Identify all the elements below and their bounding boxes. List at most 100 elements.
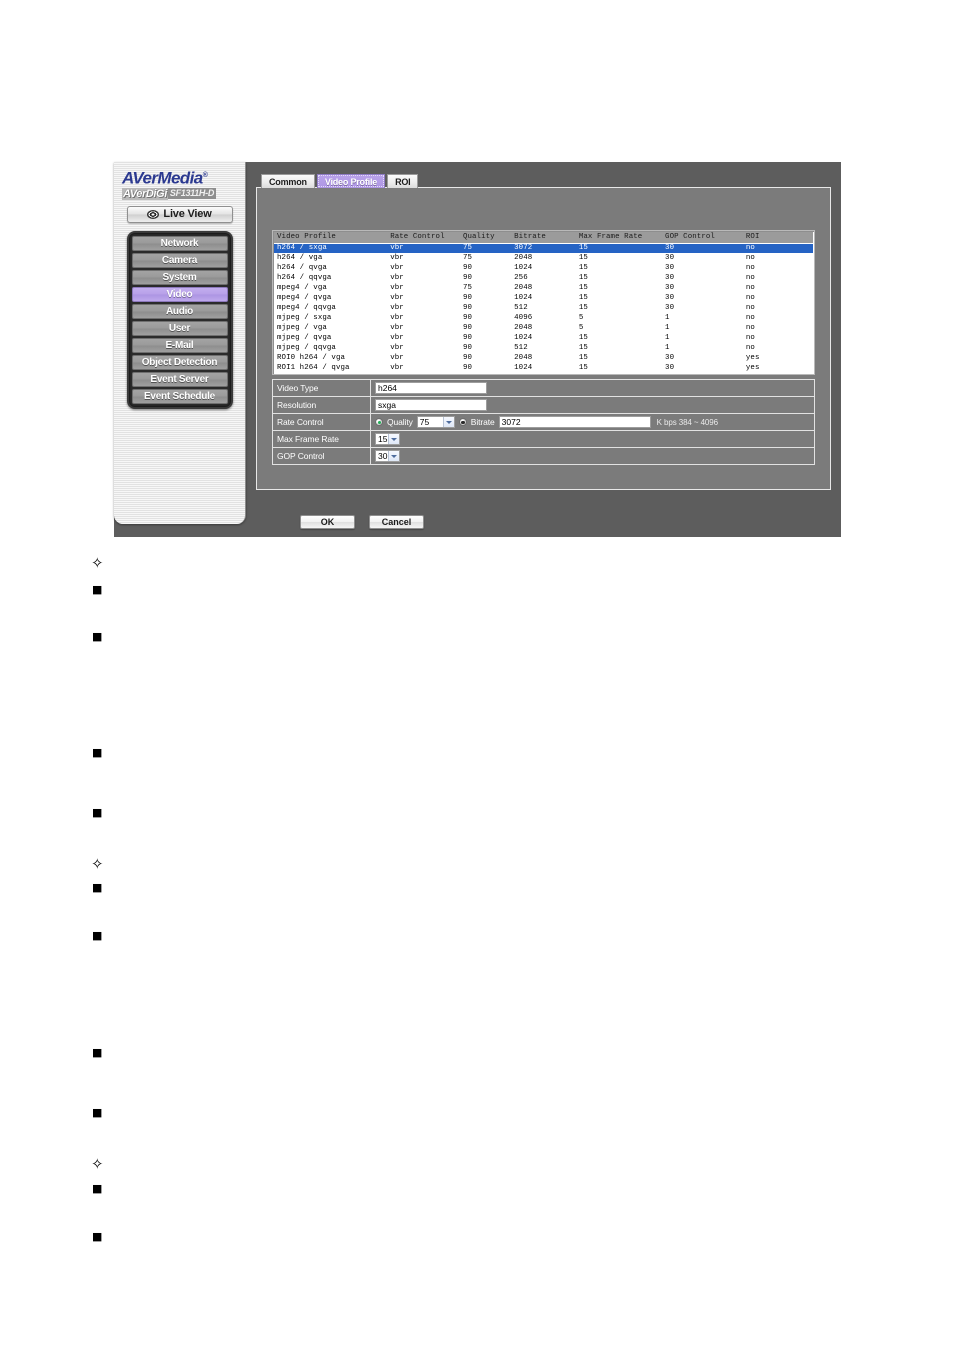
ok-button[interactable]: OK [300, 515, 355, 529]
sidebar-item-label: Video [166, 288, 193, 300]
table-row[interactable]: h264 / qvga vbr 90 1024 15 30 no [274, 263, 813, 273]
cell-quality: 75 [459, 243, 512, 253]
sidebar-item-label: Event Server [150, 373, 209, 385]
table-row[interactable]: mpeg4 / qqvga vbr 90 512 15 30 no [274, 303, 813, 313]
cell-max-frame-rate: 15 [578, 294, 588, 302]
sidebar-item-label: E-Mail [165, 339, 194, 351]
cell-rate-control: vbr [390, 264, 404, 272]
sidebar-item-audio[interactable]: Audio [131, 303, 228, 319]
sidebar-item-user[interactable]: User [131, 320, 228, 336]
sidebar-item-camera[interactable]: Camera [131, 252, 228, 268]
table-row[interactable]: mjpeg / qqvga vbr 90 512 15 1 no [274, 343, 813, 353]
tab-common[interactable]: Common [261, 174, 315, 188]
table-row[interactable]: mjpeg / qvga vbr 90 1024 15 1 no [274, 333, 813, 343]
sidebar-item-system[interactable]: System [131, 269, 228, 285]
table-row[interactable]: mjpeg / vga vbr 90 2048 5 1 no [274, 323, 813, 333]
cell-bitrate: 1024 [514, 264, 533, 272]
cell-gop-control: 1 [665, 344, 670, 352]
sidebar-item-event-server[interactable]: Event Server [131, 371, 228, 387]
cell-roi: no [745, 344, 755, 352]
table-row[interactable]: h264 / vga vbr 75 2048 15 30 no [274, 253, 813, 263]
max-frame-rate-select[interactable]: 15 [375, 433, 401, 445]
cell-rate-control: vbr [390, 274, 404, 282]
label-rate-control: Rate Control [273, 414, 371, 430]
logo-secondary-row: AVerDiGi SF1311H-D [122, 187, 245, 200]
cell-gop-control: 30 [665, 364, 675, 372]
sidebar-item-email[interactable]: E-Mail [131, 337, 228, 353]
table-row[interactable]: h264 / qqvga vbr 90 256 15 30 no [274, 273, 813, 283]
square-bullet-icon: ■ [92, 1230, 103, 1243]
cell-video-profile: mjpeg / vga [277, 324, 327, 332]
sidebar-item-video[interactable]: Video [131, 286, 228, 302]
square-bullet-icon: ■ [92, 1182, 103, 1195]
cell-gop-control: 30 [665, 264, 675, 272]
cell-gop-control: 1 [665, 324, 670, 332]
cell-video-profile: mjpeg / sxga [277, 314, 332, 322]
bitrate-radio[interactable] [458, 418, 467, 426]
table-row[interactable]: mpeg4 / vga vbr 75 2048 15 30 no [274, 283, 813, 293]
square-bullet-icon: ■ [92, 929, 103, 942]
sidebar-item-label: User [168, 322, 191, 334]
chevron-down-icon [388, 451, 400, 461]
sidebar-item-network[interactable]: Network [131, 235, 228, 251]
bitrate-input[interactable] [498, 416, 651, 428]
square-bullet-icon: ■ [92, 1046, 103, 1059]
cell-video-profile: h264 / qvga [277, 264, 327, 272]
cell-roi: no [745, 294, 755, 302]
cell-rate-control: vbr [390, 284, 404, 292]
quality-select[interactable]: 75 [416, 416, 455, 428]
cell-gop-control: 1 [665, 314, 670, 322]
table-row[interactable]: ROI1 h264 / qvga vbr 90 1024 15 30 yes [274, 363, 813, 373]
cell-gop-control: 30 [662, 243, 743, 253]
cell-roi: no [745, 264, 755, 272]
table-row[interactable]: h264 / sxga vbr 75 3072 15 30 no [274, 243, 813, 253]
table-row[interactable]: ROI0 h264 / vga vbr 90 2048 15 30 yes [274, 353, 813, 363]
bitrate-radio-label: Bitrate [470, 417, 495, 427]
gop-control-select[interactable]: 30 [375, 450, 401, 462]
cell-bitrate: 1024 [514, 334, 533, 342]
square-bullet-icon: ■ [92, 881, 103, 894]
cell-video-profile: mjpeg / qvga [277, 334, 332, 342]
row-gop-control: GOP Control 30 [273, 448, 814, 465]
cell-bitrate: 1024 [514, 364, 533, 372]
cell-rate-control: vbr [390, 254, 404, 262]
sidebar-item-event-schedule[interactable]: Event Schedule [131, 388, 228, 404]
video-profile-table-container[interactable]: Video Profile Rate Control Quality Bitra… [272, 230, 815, 375]
cell-rate-control: vbr [390, 294, 404, 302]
table-row[interactable]: mpeg4 / qvga vbr 90 1024 15 30 no [274, 293, 813, 303]
chevron-down-icon [388, 434, 400, 444]
table-row[interactable]: mjpeg / sxga vbr 90 4096 5 1 no [274, 313, 813, 323]
logo-primary-text: AVerMedia® [122, 167, 245, 187]
row-rate-control: Rate Control Quality 75 Bitrate K bps 38… [273, 414, 814, 431]
diamond-bullet-icon: ✧ [91, 1155, 104, 1173]
cancel-button[interactable]: Cancel [369, 515, 424, 529]
cell-video-profile: mpeg4 / qvga [277, 294, 332, 302]
video-profile-table: Video Profile Rate Control Quality Bitra… [274, 232, 813, 373]
sidebar-item-object-detection[interactable]: Object Detection [131, 354, 228, 370]
cell-video-profile: mpeg4 / qqvga [277, 304, 336, 312]
video-type-input[interactable] [375, 382, 487, 394]
cell-bitrate: 2048 [514, 324, 533, 332]
cell-rate-control: vbr [390, 314, 404, 322]
tab-video-profile[interactable]: Video Profile [316, 174, 386, 188]
eye-icon [147, 209, 160, 219]
tab-roi[interactable]: ROI [387, 174, 419, 188]
sidebar-item-label: Event Schedule [144, 390, 215, 402]
resolution-input[interactable] [375, 399, 487, 411]
cell-max-frame-rate: 15 [578, 354, 588, 362]
quality-radio[interactable] [375, 418, 383, 426]
sidebar-item-label: Audio [165, 305, 194, 317]
cell-quality: 90 [462, 354, 473, 362]
main-content: Common Video Profile ROI Video Profile R… [246, 162, 841, 537]
cell-gop-control: 30 [665, 284, 675, 292]
cell-roi: no [745, 254, 755, 262]
cell-rate-control: vbr [390, 304, 404, 312]
video-profile-panel: Video Profile Rate Control Quality Bitra… [256, 187, 831, 490]
cell-gop-control: 30 [665, 304, 675, 312]
cell-quality: 90 [462, 324, 473, 332]
cell-bitrate: 2048 [514, 284, 533, 292]
live-view-button[interactable]: Live View [126, 205, 233, 223]
tab-label: ROI [395, 176, 411, 187]
label-video-type: Video Type [273, 380, 371, 396]
cell-max-frame-rate: 15 [578, 334, 588, 342]
